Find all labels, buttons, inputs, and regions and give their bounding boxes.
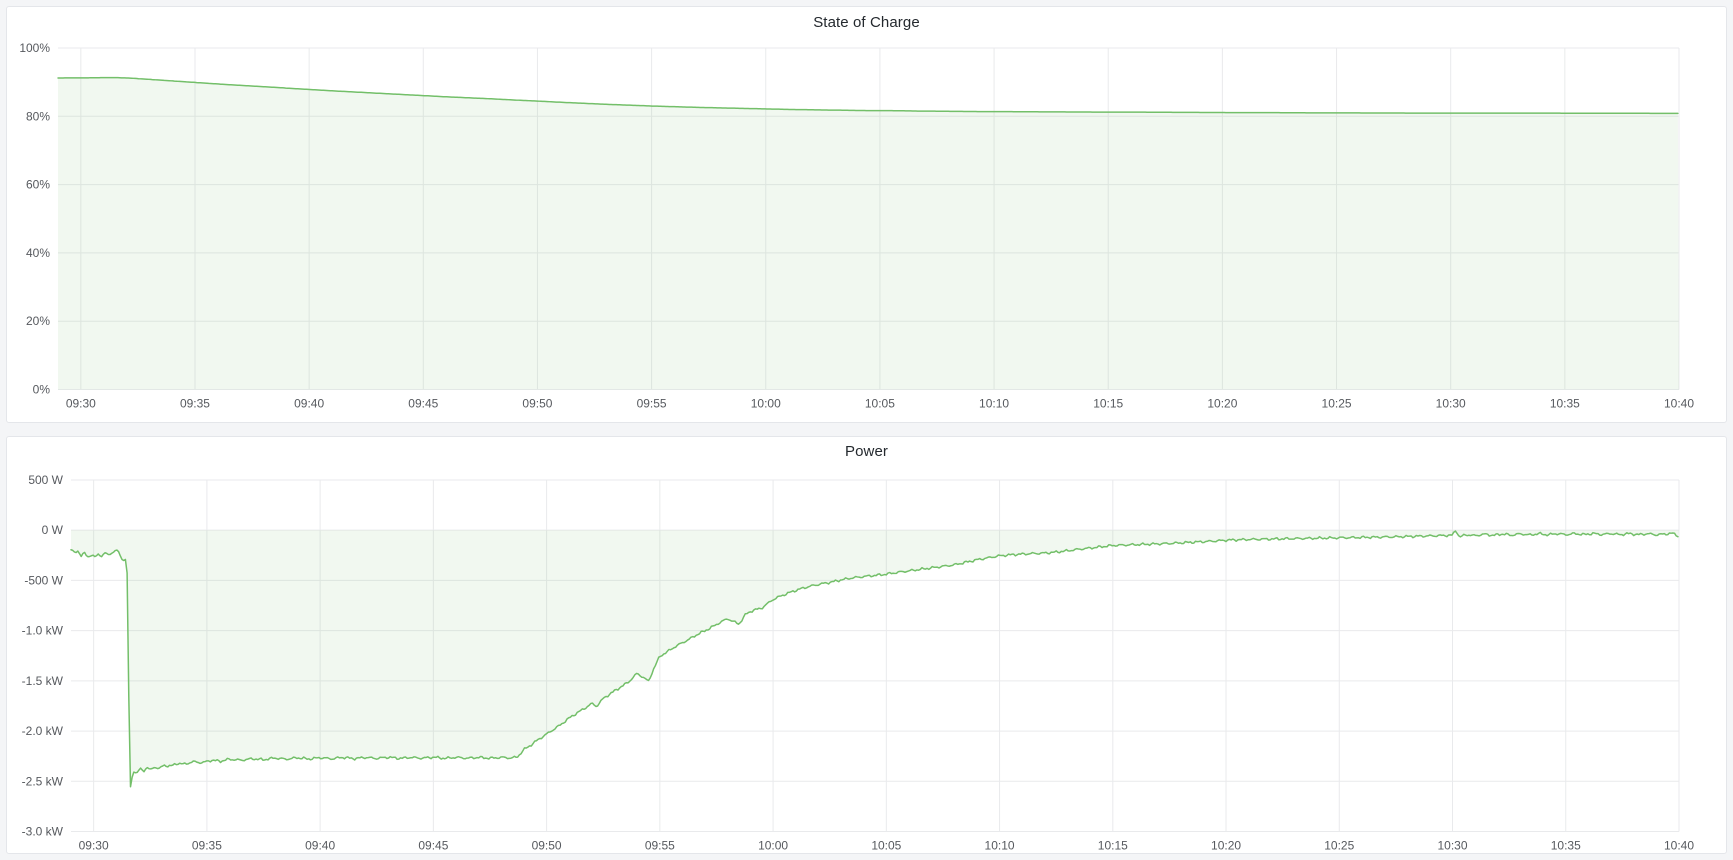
x-tick-label: 10:00 (751, 397, 781, 411)
soc-panel-header[interactable]: State of Charge (7, 7, 1726, 37)
x-tick-label: 09:55 (645, 838, 675, 852)
x-tick-label: 10:30 (1438, 838, 1468, 852)
x-tick-label: 10:00 (758, 838, 788, 852)
y-tick-label: -1.0 kW (22, 623, 64, 637)
soc-chart-plot[interactable]: 100% 80% 60% 40% 20% 0% 09:30 09:35 09:40 09:45 09… (7, 7, 1726, 422)
x-tick-label: 09:45 (408, 397, 438, 411)
y-tick-label: 40% (26, 246, 50, 260)
y-tick-label: 500 W (28, 472, 63, 486)
x-tick-label: 09:55 (637, 397, 667, 411)
panel-state-of-charge: State of Charge 100% 80% 60% 40% 20% 0% 09:30 0… (6, 6, 1727, 423)
y-tick-label: 0% (33, 383, 51, 397)
series-area (71, 530, 1679, 787)
x-tick-label: 10:35 (1550, 397, 1580, 411)
y-tick-label: -2.0 kW (22, 724, 64, 738)
y-tick-label: 100% (19, 41, 50, 55)
x-tick-label: 10:15 (1093, 397, 1123, 411)
x-tick-label: 10:05 (871, 838, 901, 852)
x-tick-label: 10:10 (979, 397, 1009, 411)
series-area (58, 78, 1679, 390)
x-tick-label: 10:25 (1322, 397, 1352, 411)
x-tick-label: 10:20 (1207, 397, 1237, 411)
x-tick-label: 10:20 (1211, 838, 1241, 852)
x-tick-label: 10:05 (865, 397, 895, 411)
y-tick-label: -1.5 kW (22, 673, 64, 687)
x-tick-label: 09:50 (522, 397, 552, 411)
x-tick-label: 09:50 (532, 838, 562, 852)
x-tick-label: 10:15 (1098, 838, 1128, 852)
x-tick-label: 09:30 (79, 838, 109, 852)
y-tick-label: 60% (26, 178, 50, 192)
power-chart-plot[interactable]: 500 W 0 W -500 W -1.0 kW -1.5 kW -2.0 kW -2.5 … (7, 437, 1726, 854)
x-tick-label: 10:25 (1324, 838, 1354, 852)
y-tick-label: 80% (26, 109, 50, 123)
y-tick-label: 20% (26, 314, 50, 328)
x-tick-label: 09:35 (180, 397, 210, 411)
power-panel-title: Power (845, 443, 888, 460)
x-tick-label: 09:45 (418, 838, 448, 852)
x-tick-label: 10:35 (1551, 838, 1581, 852)
x-tick-label: 10:40 (1664, 397, 1694, 411)
x-tick-label: 09:35 (192, 838, 222, 852)
x-tick-label: 10:30 (1436, 397, 1466, 411)
x-tick-label: 10:10 (985, 838, 1015, 852)
y-tick-label: 0 W (42, 523, 64, 537)
dashboard-page: State of Charge 100% 80% 60% 40% 20% 0% 09:30 0… (0, 0, 1733, 860)
y-tick-label: -3.0 kW (22, 824, 64, 838)
x-tick-label: 09:40 (294, 397, 324, 411)
x-tick-label: 09:30 (66, 397, 96, 411)
y-tick-label: -500 W (24, 573, 63, 587)
x-tick-label: 09:40 (305, 838, 335, 852)
x-tick-label: 10:40 (1664, 838, 1694, 852)
power-panel-header[interactable]: Power (7, 437, 1726, 467)
soc-panel-title: State of Charge (813, 14, 920, 31)
y-tick-label: -2.5 kW (22, 774, 64, 788)
panel-power: Power 500 W 0 W -500 W -1.0 kW -1.5 kW -2.0 k… (6, 436, 1727, 855)
